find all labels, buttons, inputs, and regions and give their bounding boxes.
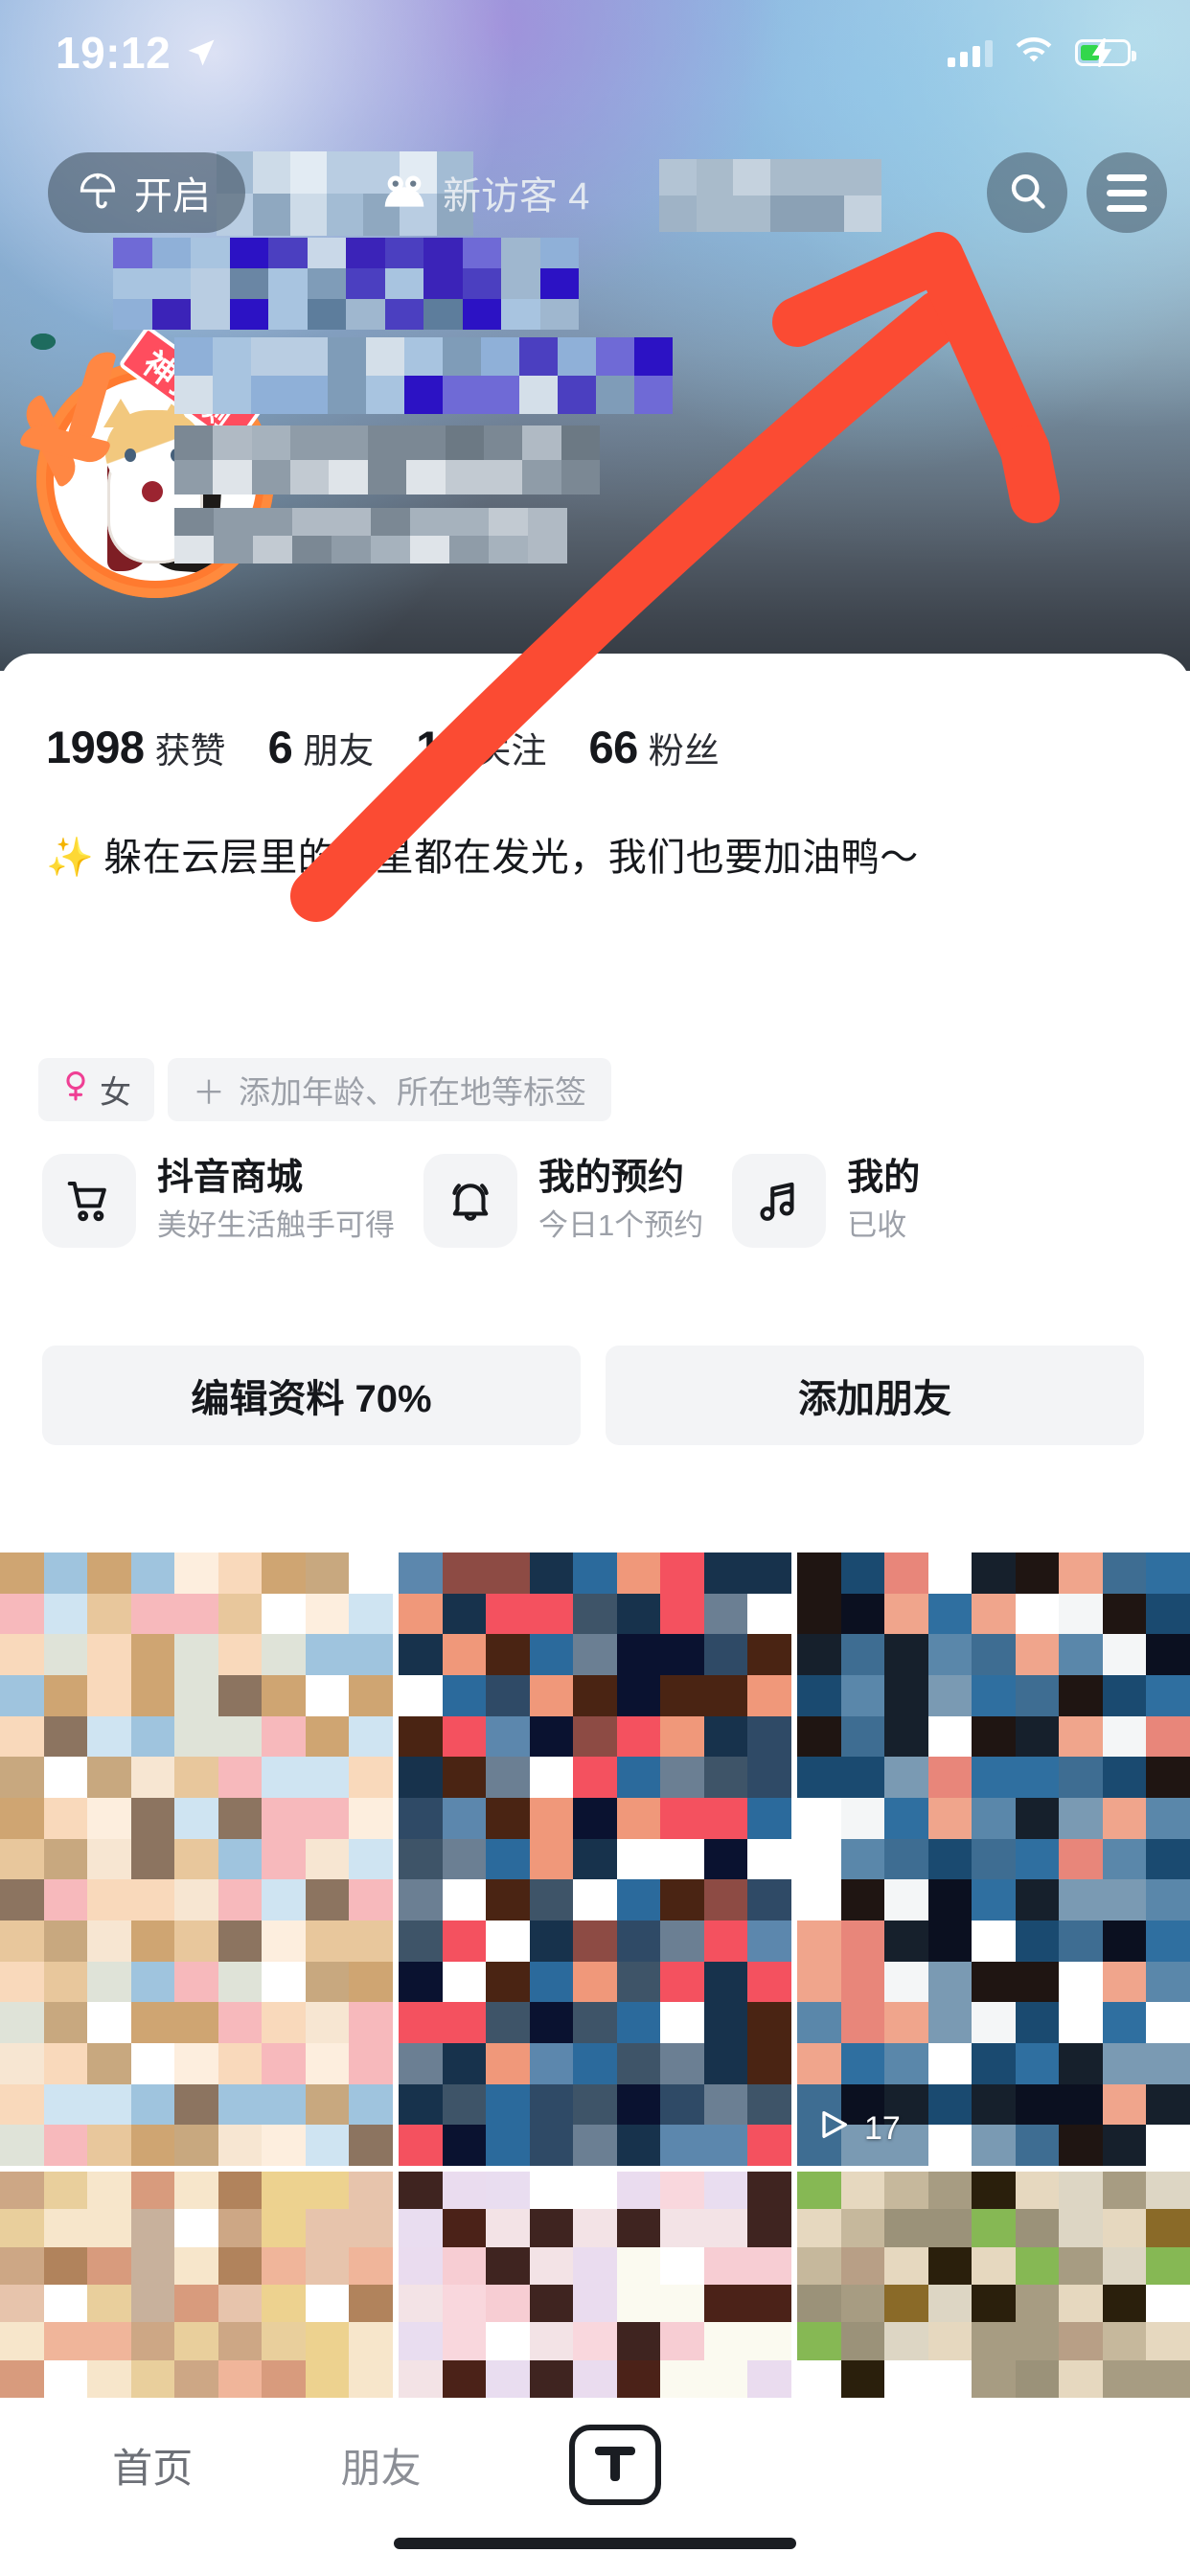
video-thumbnail[interactable] <box>399 2172 791 2398</box>
app-root: 19:12 开启 新访客 4 1998 获赞 6 朋友 12 关注 66 粉丝 … <box>0 0 1190 2576</box>
stat-following[interactable]: 12 关注 <box>416 721 546 773</box>
tab-friends[interactable]: 朋友 <box>341 2436 422 2495</box>
tab-create[interactable] <box>568 2425 661 2505</box>
battery-charging-icon <box>1075 38 1136 67</box>
service-card-booking[interactable]: 我的预约 今日1个预约 <box>423 1154 703 1248</box>
plus-create-icon <box>594 2447 635 2481</box>
stat-followers-label: 粉丝 <box>648 731 720 770</box>
add-friend-button[interactable]: 添加朋友 <box>606 1346 1144 1445</box>
stat-followers-count: 66 <box>588 722 638 772</box>
obscured-nickname <box>113 238 579 330</box>
cellular-signal-icon <box>948 38 993 67</box>
video-grid: 17 <box>0 1552 1190 2398</box>
female-icon <box>61 1070 90 1110</box>
hamburger-menu-icon <box>1107 173 1147 212</box>
cover-top-nav: 开启 新访客 4 <box>0 134 1190 251</box>
profile-bio[interactable]: ✨ 躲在云层里的星星都在发光，我们也要加油鸭～ <box>46 826 1148 882</box>
obscured-nickname-line2 <box>174 337 673 414</box>
stat-likes-count: 1998 <box>46 722 145 772</box>
stat-likes[interactable]: 1998 获赞 <box>46 721 226 773</box>
status-bar-left: 19:12 <box>56 31 218 75</box>
play-count-value: 17 <box>864 2110 901 2147</box>
status-bar-right <box>948 35 1136 71</box>
stat-friends-label: 朋友 <box>303 731 375 770</box>
music-note-icon <box>732 1154 827 1248</box>
stat-following-count: 12 <box>416 722 466 772</box>
edit-profile-button[interactable]: 编辑资料 70% <box>42 1346 581 1445</box>
tab-me[interactable]: 我 <box>1038 2436 1078 2495</box>
service-card-booking-subtitle: 今日1个预约 <box>538 1208 704 1242</box>
umbrella-icon <box>77 170 119 217</box>
profile-stats: 1998 获赞 6 朋友 12 关注 66 粉丝 <box>46 721 720 773</box>
add-tags-label: 添加年龄、所在地等标签 <box>239 1074 586 1110</box>
bottom-tabs: 首页 朋友 消息 我 <box>0 2398 1190 2532</box>
video-thumbnail[interactable] <box>0 2172 393 2398</box>
video-grid-row <box>0 2172 1190 2398</box>
video-thumbnail[interactable] <box>0 1552 393 2166</box>
status-bar: 19:12 <box>0 0 1190 105</box>
tab-home[interactable]: 首页 <box>112 2436 193 2495</box>
service-cards: 抖音商城 美好生活触手可得 我的预约 今日1个预约 我的 已收 <box>42 1154 920 1248</box>
shopping-cart-icon <box>42 1154 136 1248</box>
gender-tag[interactable]: 女 <box>38 1058 154 1121</box>
home-indicator <box>394 2538 796 2549</box>
bell-icon <box>423 1154 517 1248</box>
search-button[interactable] <box>987 152 1067 233</box>
teen-mode-button[interactable]: 开启 <box>48 152 245 233</box>
location-arrow-icon <box>184 35 218 70</box>
stat-friends-count: 6 <box>267 722 293 772</box>
teen-mode-label: 开启 <box>134 175 211 218</box>
video-play-count: 17 <box>814 2105 901 2152</box>
search-icon <box>1006 170 1048 217</box>
obscured-handle <box>174 508 567 564</box>
video-thumbnail[interactable] <box>797 2172 1190 2398</box>
bottom-tab-bar: 首页 朋友 消息 我 <box>0 2398 1190 2576</box>
service-card-music[interactable]: 我的 已收 <box>732 1154 920 1248</box>
gender-tag-label: 女 <box>100 1074 131 1110</box>
service-card-booking-title: 我的预约 <box>538 1158 685 1199</box>
service-card-music-subtitle: 已收 <box>847 1208 907 1242</box>
video-grid-row: 17 <box>0 1552 1190 2166</box>
obscured-subtitle <box>174 426 600 494</box>
new-visitors-button[interactable]: 新访客 4 <box>360 152 610 233</box>
stat-followers[interactable]: 66 粉丝 <box>588 721 719 773</box>
service-card-mall[interactable]: 抖音商城 美好生活触手可得 <box>42 1154 395 1248</box>
profile-bio-text: 躲在云层里的星星都在发光，我们也要加油鸭～ <box>103 837 919 879</box>
sparkle-icon: ✨ <box>46 837 95 879</box>
menu-button[interactable] <box>1087 152 1167 233</box>
stat-friends[interactable]: 6 朋友 <box>268 721 375 773</box>
play-icon <box>814 2105 853 2152</box>
tab-messages[interactable]: 消息 <box>809 2436 889 2495</box>
service-card-music-title: 我的 <box>847 1158 921 1199</box>
plus-icon: ＋ <box>193 1074 225 1112</box>
service-card-mall-title: 抖音商城 <box>157 1158 304 1199</box>
new-visitors-label: 新访客 4 <box>443 175 590 218</box>
video-thumbnail[interactable] <box>399 1552 791 2166</box>
visitors-icon <box>381 172 427 215</box>
video-thumbnail[interactable]: 17 <box>797 1552 1190 2166</box>
stat-likes-label: 获赞 <box>154 731 226 770</box>
add-tags-button[interactable]: ＋ 添加年龄、所在地等标签 <box>168 1058 611 1121</box>
service-card-mall-subtitle: 美好生活触手可得 <box>157 1208 395 1242</box>
profile-actions: 编辑资料 70% 添加朋友 <box>42 1346 1144 1445</box>
stat-following-label: 关注 <box>475 731 547 770</box>
status-time: 19:12 <box>56 28 172 78</box>
wifi-icon <box>1014 35 1054 71</box>
profile-tags: 女 ＋ 添加年龄、所在地等标签 <box>38 1058 611 1121</box>
